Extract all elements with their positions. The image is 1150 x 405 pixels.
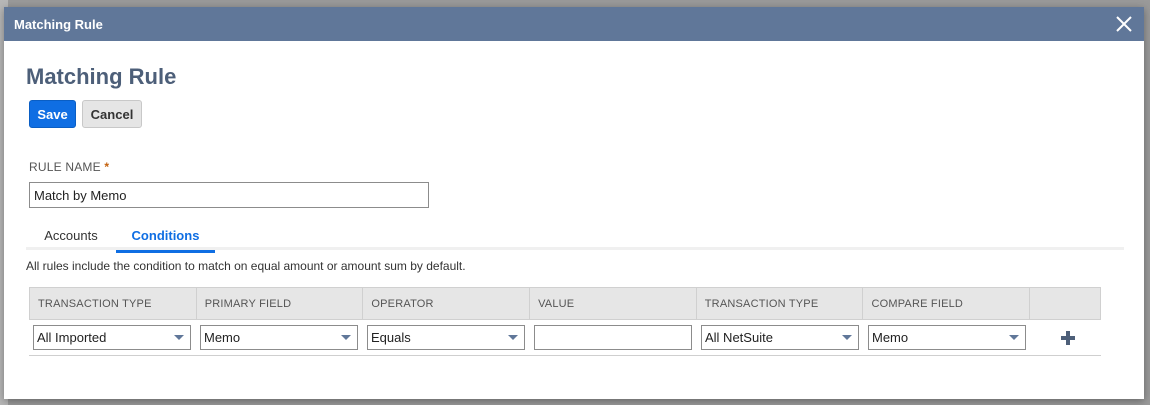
cell-transaction-type: All Imported bbox=[29, 325, 196, 350]
dialog-title: Matching Rule bbox=[14, 16, 103, 32]
required-marker: * bbox=[104, 160, 110, 174]
chevron-down-icon bbox=[1009, 335, 1019, 340]
tab-accounts[interactable]: Accounts bbox=[26, 220, 116, 250]
rule-name-label: RULE NAME * bbox=[29, 160, 109, 174]
cell-actions bbox=[1031, 330, 1101, 345]
conditions-grid: TRANSACTION TYPE PRIMARY FIELD OPERATOR … bbox=[29, 287, 1101, 356]
column-header: COMPARE FIELD bbox=[863, 288, 1031, 319]
dialog-titlebar: Matching Rule bbox=[4, 7, 1144, 41]
cell-operator: Equals bbox=[363, 325, 530, 350]
tab-bar: Accounts Conditions bbox=[26, 220, 1124, 253]
save-button[interactable]: Save bbox=[29, 100, 76, 128]
close-icon[interactable] bbox=[1112, 12, 1136, 36]
select-value: All Imported bbox=[37, 330, 107, 345]
column-header: TRANSACTION TYPE bbox=[30, 288, 197, 319]
rule-name-input[interactable] bbox=[29, 182, 429, 208]
transaction-type-select[interactable]: All Imported bbox=[33, 325, 191, 350]
value-input[interactable] bbox=[534, 325, 692, 350]
tab-conditions[interactable]: Conditions bbox=[116, 220, 215, 253]
chevron-down-icon bbox=[842, 335, 852, 340]
page-title: Matching Rule bbox=[26, 64, 177, 89]
cell-compare-field: Memo bbox=[864, 325, 1031, 350]
conditions-info-text: All rules include the condition to match… bbox=[26, 259, 466, 273]
table-row: All Imported Memo Equals All NetSuite Me… bbox=[29, 320, 1101, 356]
column-header: PRIMARY FIELD bbox=[197, 288, 364, 319]
column-header: TRANSACTION TYPE bbox=[697, 288, 864, 319]
primary-field-select[interactable]: Memo bbox=[200, 325, 358, 350]
plus-icon[interactable] bbox=[1061, 330, 1075, 345]
select-value: Equals bbox=[371, 330, 411, 345]
cell-compare-transaction-type: All NetSuite bbox=[697, 325, 864, 350]
compare-transaction-type-select[interactable]: All NetSuite bbox=[701, 325, 859, 350]
select-value: All NetSuite bbox=[705, 330, 773, 345]
column-header: VALUE bbox=[530, 288, 697, 319]
select-value: Memo bbox=[204, 330, 241, 345]
select-value: Memo bbox=[872, 330, 909, 345]
column-header-actions bbox=[1030, 288, 1100, 319]
rule-name-label-text: RULE NAME bbox=[29, 160, 101, 174]
chevron-down-icon bbox=[508, 335, 518, 340]
cell-value bbox=[530, 325, 697, 350]
cell-primary-field: Memo bbox=[196, 325, 363, 350]
compare-field-select[interactable]: Memo bbox=[868, 325, 1026, 350]
matching-rule-dialog: Matching Rule Matching Rule Save Cancel … bbox=[4, 7, 1144, 399]
grid-header: TRANSACTION TYPE PRIMARY FIELD OPERATOR … bbox=[29, 287, 1101, 320]
operator-select[interactable]: Equals bbox=[367, 325, 525, 350]
chevron-down-icon bbox=[341, 335, 351, 340]
column-header: OPERATOR bbox=[363, 288, 531, 319]
cancel-button[interactable]: Cancel bbox=[82, 100, 142, 128]
chevron-down-icon bbox=[174, 335, 184, 340]
